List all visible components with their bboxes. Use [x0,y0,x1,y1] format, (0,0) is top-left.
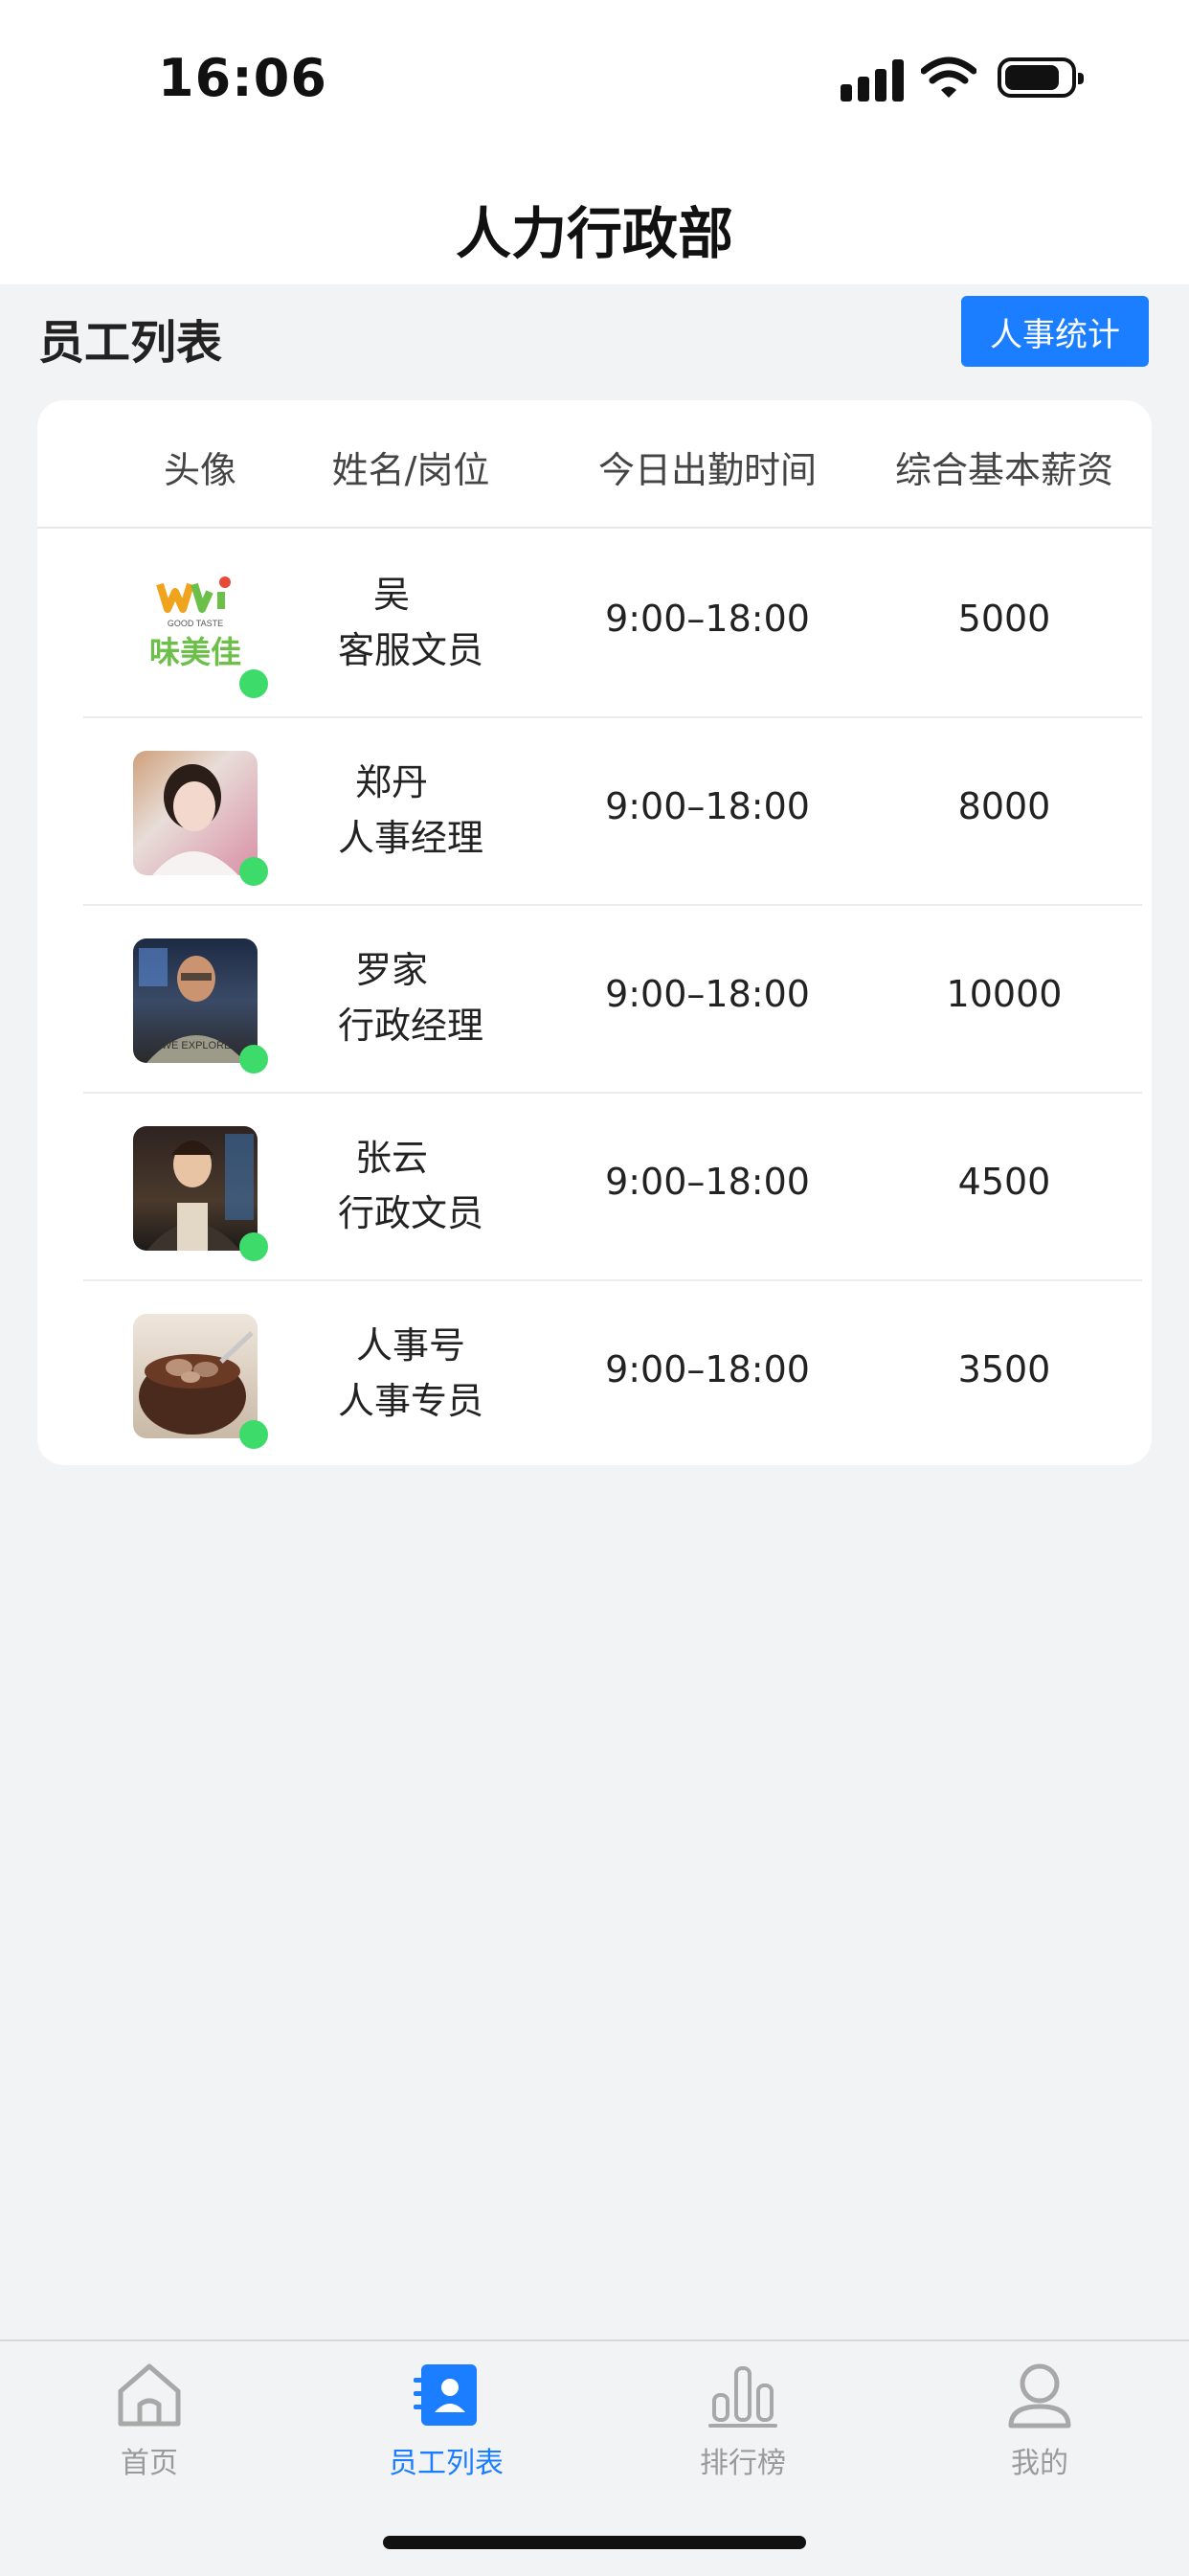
section-title: 员工列表 [38,316,223,370]
base-salary: 8000 [957,785,1051,827]
tab-leaderboard[interactable]: 排行榜 [638,2361,848,2481]
bar-chart-icon [708,2366,777,2428]
column-header-salary: 综合基本薪资 [894,449,1113,491]
online-status-dot [239,1420,268,1449]
employee-position: 人事专员 [337,1380,483,1422]
home-indicator[interactable] [383,2536,806,2549]
tab-employee-list[interactable]: 员工列表 [341,2361,551,2481]
table-row[interactable]: 郑丹 人事经理 9:00–18:00 8000 [83,716,1142,906]
employee-name: 罗家 [354,949,428,991]
attendance-time: 9:00–18:00 [605,1161,810,1203]
tab-label: 排行榜 [700,2447,786,2480]
online-status-dot [239,857,268,886]
online-status-dot [239,1232,268,1261]
status-bar: 16:06 [0,0,1189,158]
table-header: 头像 姓名/岗位 今日出勤时间 综合基本薪资 [37,400,1152,529]
column-header-avatar: 头像 [163,449,236,491]
home-icon [118,2363,181,2427]
employee-table-card: 头像 姓名/岗位 今日出勤时间 综合基本薪资 GOOD TASTE 味美佳 吴 … [37,400,1152,1465]
column-header-attendance: 今日出勤时间 [597,449,817,491]
employee-position: 客服文员 [337,629,483,671]
attendance-time: 9:00–18:00 [605,973,810,1015]
tab-label: 首页 [121,2447,178,2480]
table-row[interactable]: 人事号 人事专员 9:00–18:00 3500 [83,1279,1142,1465]
avatar [133,751,258,875]
avatar: WE EXPLORE [133,938,258,1063]
column-header-name-position: 姓名/岗位 [331,449,490,491]
status-time: 16:06 [158,48,327,108]
tab-home[interactable]: 首页 [44,2361,255,2481]
wifi-icon [921,56,976,98]
employee-name: 郑丹 [354,761,428,803]
table-row[interactable]: GOOD TASTE 味美佳 吴 客服文员 9:00–18:00 5000 [83,529,1142,718]
avatar-brand: 味美佳 [149,634,241,670]
base-salary: 4500 [957,1161,1051,1203]
base-salary: 10000 [946,973,1063,1015]
contacts-icon [414,2364,477,2426]
user-icon [1008,2363,1071,2429]
employee-name: 人事号 [355,1324,465,1367]
online-status-dot [239,669,268,698]
table-row[interactable]: 张云 行政文员 9:00–18:00 4500 [83,1092,1142,1281]
base-salary: 5000 [957,598,1051,640]
tab-profile[interactable]: 我的 [934,2361,1145,2481]
cellular-signal-icon [841,59,904,102]
employee-name: 吴 [372,574,410,616]
battery-icon [998,57,1084,98]
table-row[interactable]: WE EXPLORE 罗家 行政经理 9:00–18:00 10000 [83,904,1142,1094]
employee-position: 行政文员 [337,1192,483,1234]
avatar: GOOD TASTE 味美佳 [133,563,258,688]
page-title: 人力行政部 [455,201,733,266]
employee-name: 张云 [354,1137,428,1179]
attendance-time: 9:00–18:00 [605,598,810,640]
tab-label: 我的 [1011,2447,1068,2480]
employee-position: 人事经理 [337,817,483,859]
avatar-tagline: GOOD TASTE [168,619,223,628]
attendance-time: 9:00–18:00 [605,1348,810,1390]
tab-label: 员工列表 [389,2447,504,2480]
nav-header: 人力行政部 [0,158,1189,284]
employee-position: 行政经理 [337,1005,483,1047]
attendance-time: 9:00–18:00 [605,785,810,827]
base-salary: 3500 [957,1348,1051,1390]
avatar-shirt-text: WE EXPLORE [162,1040,232,1051]
hr-stats-button[interactable]: 人事统计 [961,296,1149,367]
online-status-dot [239,1045,268,1073]
avatar [133,1314,258,1438]
avatar [133,1126,258,1251]
